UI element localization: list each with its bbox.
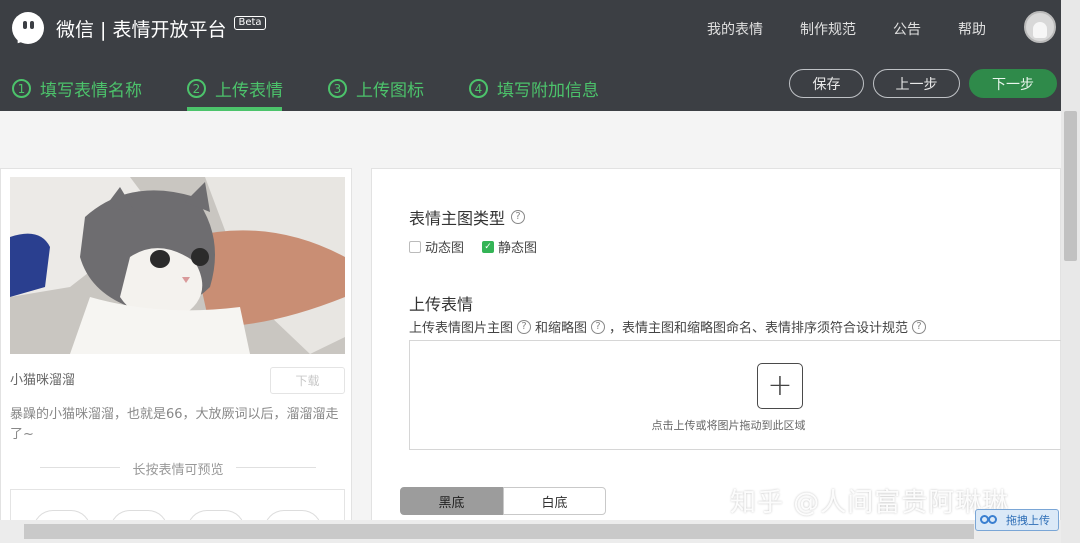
- help-icon[interactable]: ?: [511, 210, 526, 224]
- black-background-button[interactable]: 黑底: [400, 487, 503, 515]
- wechat-logo-icon: [12, 12, 44, 47]
- sticker-description: 暴躁的小猫咪溜溜，也就是66，大放厥词以后，溜溜溜走了~: [10, 407, 339, 442]
- sticker-type-heading: 表情主图类型 ?: [409, 205, 526, 229]
- horizontal-scrollbar[interactable]: [0, 520, 1061, 543]
- step-number: 2: [187, 79, 206, 98]
- cloud-icon: [980, 513, 1000, 527]
- nav-announcements[interactable]: 公告: [893, 19, 921, 39]
- drag-upload-widget[interactable]: 拖拽上传: [975, 509, 1059, 531]
- option-static[interactable]: ✓ 静态图: [482, 237, 537, 256]
- step-number: 4: [469, 79, 488, 98]
- step-label: 填写表情名称: [40, 81, 142, 101]
- step-2[interactable]: 2 上传表情: [187, 76, 283, 101]
- step-4[interactable]: 4 填写附加信息: [469, 76, 599, 101]
- upload-desc-rules: ，表情主图和缩略图命名、表情排序须符合设计规范: [609, 321, 909, 336]
- next-step-button[interactable]: 下一步: [969, 69, 1057, 98]
- step-label: 上传图标: [356, 81, 424, 101]
- background-toggle: 黑底 白底: [400, 487, 606, 515]
- top-bar: 微信 | 表情开放平台 Beta 我的表情 制作规范 公告 帮助 1 填写表情名…: [0, 0, 1080, 111]
- upload-desc-main: 上传表情图片主图: [409, 321, 514, 336]
- checkbox-checked-icon[interactable]: ✓: [482, 240, 495, 253]
- option-label: 静态图: [498, 241, 538, 256]
- sticker-type-title: 表情主图类型: [409, 209, 506, 228]
- upload-desc-thumb: 和缩略图: [535, 321, 588, 336]
- prev-step-button[interactable]: 上一步: [873, 69, 960, 98]
- option-label: 动态图: [425, 241, 465, 256]
- download-button[interactable]: 下载: [270, 367, 345, 394]
- step-1[interactable]: 1 填写表情名称: [12, 76, 142, 101]
- preview-hint: 长按表情可预览: [10, 459, 346, 478]
- add-icon[interactable]: +: [757, 363, 803, 409]
- upload-heading: 上传表情: [409, 295, 474, 314]
- white-background-button[interactable]: 白底: [503, 487, 606, 515]
- horizontal-scroll-thumb[interactable]: [24, 524, 974, 539]
- upload-form-card: 表情主图类型 ? 动态图 ✓ 静态图 上传表情 上传表情图片主图 ? 和缩略图 …: [371, 168, 1061, 528]
- checkbox-icon[interactable]: [409, 240, 421, 253]
- vertical-scrollbar[interactable]: [1061, 0, 1080, 543]
- beta-badge: Beta: [234, 15, 266, 30]
- option-animated[interactable]: 动态图: [409, 237, 464, 256]
- nav-my-stickers[interactable]: 我的表情: [707, 19, 763, 39]
- avatar[interactable]: [1024, 11, 1056, 43]
- brand-name: 微信 | 表情开放平台: [56, 19, 227, 41]
- help-icon[interactable]: ?: [912, 319, 927, 334]
- save-button[interactable]: 保存: [789, 69, 864, 98]
- top-nav: 我的表情 制作规范 公告 帮助: [707, 19, 986, 39]
- preview-card: 小猫咪溜溜 下载 暴躁的小猫咪溜溜，也就是66，大放厥词以后，溜溜溜走了~ 长按…: [0, 168, 352, 530]
- nav-help[interactable]: 帮助: [958, 19, 986, 39]
- step-label: 填写附加信息: [497, 81, 599, 101]
- sticker-type-options: 动态图 ✓ 静态图: [409, 237, 537, 256]
- cat-photo: [10, 177, 345, 354]
- dropzone-text: 点击上传或将图片拖动到此区域: [651, 419, 806, 432]
- drag-upload-label: 拖拽上传: [1006, 514, 1050, 527]
- upload-description: 上传表情图片主图 ? 和缩略图 ? ，表情主图和缩略图命名、表情排序须符合设计规…: [409, 317, 927, 336]
- vertical-scroll-thumb[interactable]: [1064, 111, 1077, 261]
- step-3[interactable]: 3 上传图标: [328, 76, 424, 101]
- upload-dropzone[interactable]: + 点击上传或将图片拖动到此区域: [409, 340, 1061, 450]
- step-label: 上传表情: [215, 81, 283, 101]
- sticker-name: 小猫咪溜溜: [10, 373, 76, 388]
- active-step-indicator: [187, 107, 282, 111]
- nav-guidelines[interactable]: 制作规范: [800, 19, 856, 39]
- step-number: 1: [12, 79, 31, 98]
- brand-title: 微信 | 表情开放平台 Beta: [56, 15, 266, 42]
- help-icon[interactable]: ?: [517, 319, 532, 334]
- help-icon[interactable]: ?: [591, 319, 606, 334]
- watermark-text: 知乎 @人间富贵阿琳琳: [730, 488, 1010, 518]
- step-number: 3: [328, 79, 347, 98]
